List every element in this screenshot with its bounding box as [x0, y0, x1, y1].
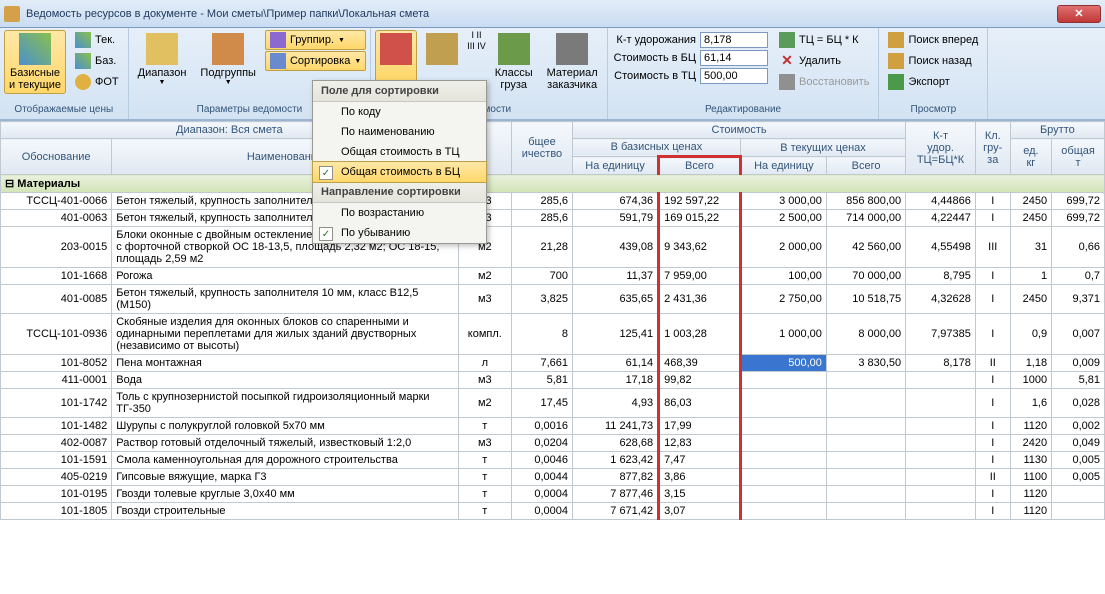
table-row[interactable]: 401-0063Бетон тяжелый, крупность заполни…: [1, 210, 1105, 227]
sort-by-tc[interactable]: Общая стоимость в ТЦ: [313, 142, 486, 162]
subgroups-icon: [212, 33, 244, 65]
sort-by-code[interactable]: По коду: [313, 102, 486, 122]
baz-button[interactable]: Баз.: [70, 51, 124, 71]
table-row[interactable]: 101-1482Шурупы с полукруглой головкой 5x…: [1, 418, 1105, 435]
table-row[interactable]: 411-0001Водам35,8117,1899,82I10005,81: [1, 372, 1105, 389]
delete-icon: ✕: [779, 53, 795, 69]
delete-button[interactable]: ✕Удалить: [774, 51, 874, 71]
export-button[interactable]: Экспорт: [883, 72, 983, 92]
dropdown-header-field: Поле для сортировки: [313, 81, 486, 102]
table-row[interactable]: 101-1742Толь с крупнозернистой посыпкой …: [1, 389, 1105, 418]
sort-button[interactable]: Сортировка ▼: [265, 51, 366, 71]
group-button[interactable]: Группир. ▼: [265, 30, 366, 50]
sort-icon: [270, 53, 286, 69]
class-icon: [498, 33, 530, 65]
grid-icon: [75, 53, 91, 69]
search-icon: [888, 32, 904, 48]
formula-button[interactable]: ТЦ = БЦ * К: [774, 30, 874, 50]
export-icon: [888, 74, 904, 90]
k-input[interactable]: [700, 32, 768, 48]
range-button[interactable]: Диапазон▼: [133, 30, 192, 89]
group-icon: [270, 32, 286, 48]
sort-by-bc[interactable]: ✓Общая стоимость в БЦ: [312, 161, 487, 183]
fot-button[interactable]: ФОТ: [70, 72, 124, 92]
base-current-button[interactable]: Базисные и текущие: [4, 30, 66, 94]
table-row[interactable]: ТССЦ-401-0066Бетон тяжелый, крупность за…: [1, 193, 1105, 210]
table-row[interactable]: 203-0015Блоки оконные с двойным остеклен…: [1, 227, 1105, 268]
sort-by-name[interactable]: По наименованию: [313, 122, 486, 142]
sort-dropdown: Поле для сортировки По коду По наименова…: [312, 80, 487, 244]
table-row[interactable]: 101-8052Пена монтажнаял7,66161,14468,395…: [1, 355, 1105, 372]
sb-input[interactable]: [700, 50, 768, 66]
box-icon: [426, 33, 458, 65]
grid[interactable]: Диапазон: Вся смета бщее ичество Стоимос…: [0, 120, 1105, 594]
dropdown-header-dir: Направление сортировки: [313, 182, 486, 203]
material-icon: [556, 33, 588, 65]
range-icon: [146, 33, 178, 65]
coin-icon: [75, 74, 91, 90]
flag-icon: [380, 33, 412, 65]
subgroups-button[interactable]: Подгруппы▼: [195, 30, 261, 89]
find-fwd-button[interactable]: Поиск вперед: [883, 30, 983, 50]
sort-asc[interactable]: По возрастанию: [313, 203, 486, 223]
check-icon: ✓: [319, 227, 333, 241]
check-icon: ✓: [319, 166, 333, 180]
window-title: Ведомость ресурсов в документе - Мои сме…: [26, 8, 429, 20]
table-row[interactable]: ТССЦ-101-0936Скобяные изделия для оконны…: [1, 314, 1105, 355]
sort-desc[interactable]: ✓По убыванию: [313, 223, 486, 243]
class-button[interactable]: Классы груза: [490, 30, 538, 94]
table-row[interactable]: 402-0087Раствор готовый отделочный тяжел…: [1, 435, 1105, 452]
close-button[interactable]: ✕: [1057, 5, 1101, 23]
table-row[interactable]: 405-0219Гипсовые вяжущие, марка Г3т0,004…: [1, 469, 1105, 486]
titlebar: Ведомость ресурсов в документе - Мои сме…: [0, 0, 1105, 28]
table-row[interactable]: 101-1805Гвозди строительныет0,00047 671,…: [1, 503, 1105, 520]
flag-button[interactable]: [375, 30, 417, 82]
tax-button[interactable]: [421, 30, 463, 82]
find-back-button[interactable]: Поиск назад: [883, 51, 983, 71]
table-row[interactable]: 101-1591Смола каменноугольная для дорожн…: [1, 452, 1105, 469]
price-icon: [779, 32, 795, 48]
customer-material-button[interactable]: Материал заказчика: [542, 30, 603, 94]
table-row[interactable]: 401-0085Бетон тяжелый, крупность заполни…: [1, 285, 1105, 314]
grid-icon: [75, 32, 91, 48]
st-input[interactable]: [700, 68, 768, 84]
table-row[interactable]: 101-0195Гвозди толевые круглые 3,0x40 мм…: [1, 486, 1105, 503]
ribbon: Базисные и текущие Тек. Баз. ФОТ Отображ…: [0, 28, 1105, 120]
restore-button[interactable]: Восстановить: [774, 72, 874, 92]
group-row[interactable]: ⊟ Материалы: [1, 175, 1105, 193]
table-icon: [19, 33, 51, 65]
restore-icon: [779, 74, 795, 90]
app-icon: [4, 6, 20, 22]
table-row[interactable]: 101-1668Рогожам270011,377 959,00100,0070…: [1, 268, 1105, 285]
search-icon: [888, 53, 904, 69]
tek-button[interactable]: Тек.: [70, 30, 124, 50]
